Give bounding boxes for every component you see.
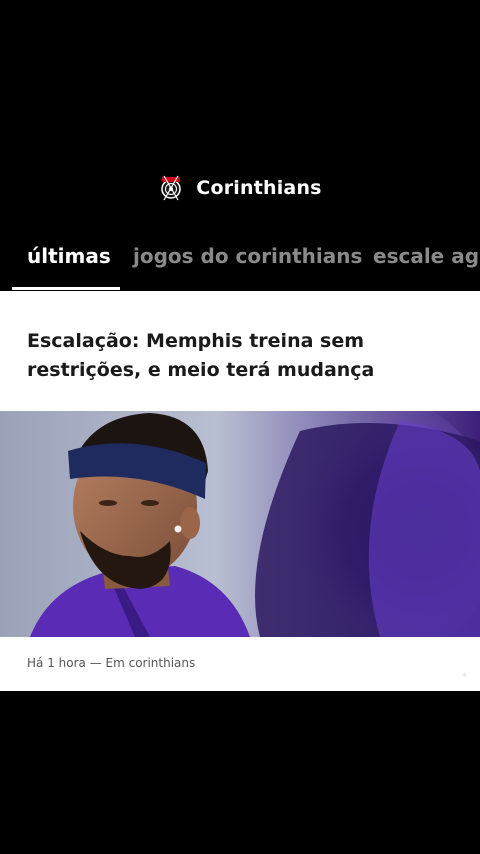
app-title: Corinthians <box>196 177 322 199</box>
bottom-black-area <box>0 691 480 854</box>
corinthians-crest-icon <box>161 175 182 201</box>
headline-line-2: restrições, e meio terá mudança <box>27 359 375 381</box>
section-tabs: últimas jogos do corinthians escale ag <box>0 226 480 290</box>
watermark: • <box>461 669 469 682</box>
active-tab-indicator <box>12 287 120 290</box>
app-header: Corinthians <box>0 170 480 206</box>
tab-ultimas[interactable]: últimas <box>27 244 111 268</box>
headline-line-1: Escalação: Memphis treina sem <box>27 330 365 352</box>
player-photo-illustration <box>0 411 480 637</box>
article-card[interactable]: Escalação: Memphis treina sem restrições… <box>0 291 480 691</box>
article-headline[interactable]: Escalação: Memphis treina sem restrições… <box>27 327 457 385</box>
top-black-area <box>0 0 480 160</box>
article-photo[interactable] <box>0 411 480 637</box>
article-meta: Há 1 hora — Em corinthians <box>27 656 196 670</box>
tab-escale[interactable]: escale ag <box>373 244 479 268</box>
tab-jogos-do-corinthians[interactable]: jogos do corinthians <box>133 244 362 268</box>
